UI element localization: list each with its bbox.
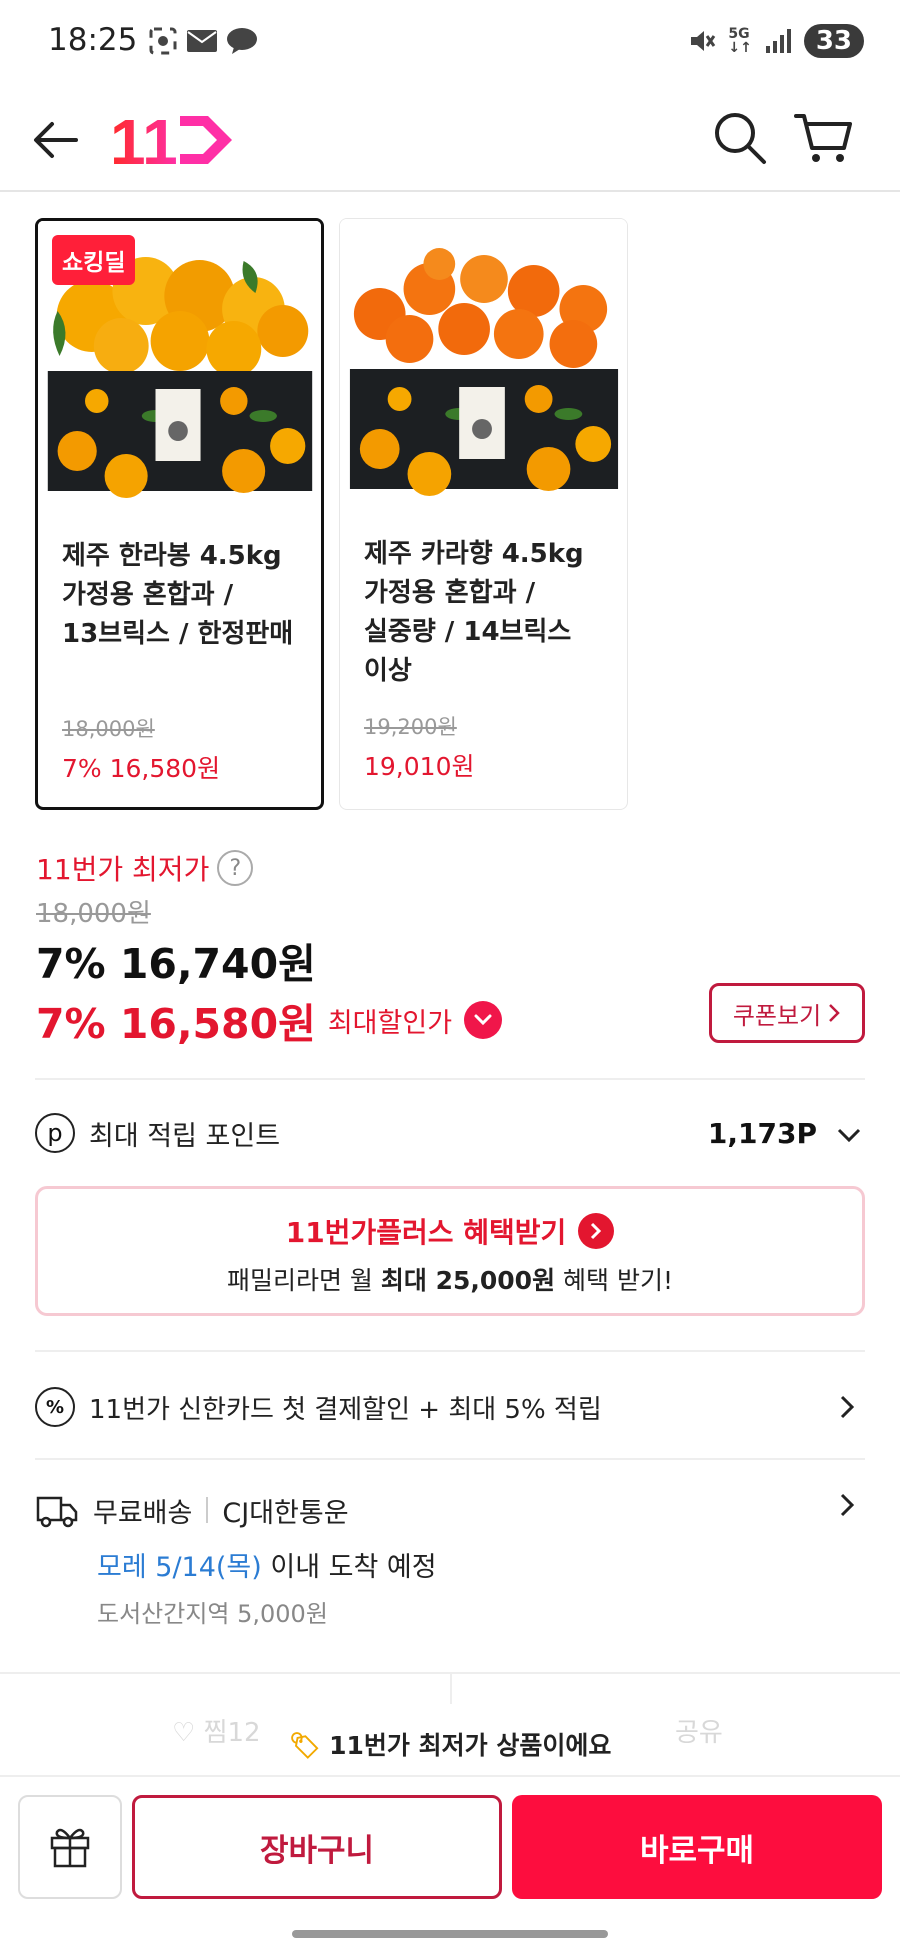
- system-nav-bar: [0, 1906, 900, 1950]
- plus-banner-title: 11번가플러스 혜택받기: [38, 1211, 862, 1251]
- product-title: 제주 카라향 4.5kg 가정용 혼합과 / 실중량 / 14브릭스 이상: [364, 539, 584, 686]
- lowest-price-label: 11번가 최저가 ?: [36, 848, 254, 888]
- delivery-eta-rest: 이내 도착 예정: [261, 1552, 437, 1583]
- product-card[interactable]: 제주 카라향 4.5kg 가정용 혼합과 / 실중량 / 14브릭스 이상 19…: [339, 218, 628, 810]
- chevron-down-icon: [837, 1128, 861, 1143]
- delivery-eta: 모레 5/14(목) 이내 도착 예정: [97, 1545, 437, 1584]
- points-label: 최대 적립 포인트: [89, 1120, 281, 1152]
- cart-icon[interactable]: [790, 104, 856, 170]
- card-promotion-text: 11번가 신한카드 첫 결제할인 + 최대 5% 적립: [89, 1394, 602, 1425]
- logo-11st[interactable]: 11: [110, 102, 236, 178]
- chevron-down-icon[interactable]: [464, 1001, 503, 1039]
- points-row[interactable]: p 최대 적립 포인트 1,173P: [35, 1108, 865, 1158]
- add-to-cart-button[interactable]: 장바구니: [132, 1795, 502, 1899]
- chevron-right-icon: [840, 1395, 855, 1419]
- logo-text: 11: [110, 110, 178, 170]
- chevron-right-icon: [578, 1213, 615, 1249]
- delivery-summary: 무료배송 CJ대한통운: [35, 1490, 349, 1530]
- product-original-price: 19,200원: [364, 715, 457, 739]
- plus-membership-banner[interactable]: 11번가플러스 혜택받기 패밀리라면 월 최대 25,000원 혜택 받기!: [35, 1186, 865, 1316]
- product-sale-price: 7% 16,580원: [62, 754, 221, 783]
- product-title: 제주 한라봉 4.5kg 가정용 혼합과 / 13브릭스 / 한정판매: [62, 541, 294, 649]
- chevron-right-icon: [840, 1493, 855, 1517]
- toast-text: 11번가 최저가 상품이에요: [329, 1731, 612, 1760]
- mute-icon: [691, 31, 716, 51]
- help-icon[interactable]: ?: [217, 850, 254, 886]
- chevron-right-icon: [829, 1004, 840, 1022]
- network-indicator: 5G ↓↑: [728, 26, 752, 56]
- signal-icon: [765, 29, 791, 53]
- percent-icon: %: [35, 1387, 75, 1427]
- app-header: 11: [0, 88, 900, 192]
- home-gesture-bar[interactable]: [292, 1930, 608, 1938]
- divider: [35, 1078, 865, 1080]
- coupon-button[interactable]: 쿠폰보기: [709, 983, 865, 1043]
- screenshot-icon: [149, 27, 177, 55]
- divider: [450, 1674, 452, 1704]
- status-time: 18:25: [48, 22, 138, 58]
- divider: [35, 1458, 865, 1460]
- max-discount-price: 7% 16,580원: [36, 1000, 316, 1048]
- lowest-price-toast: 🏷 11번가 최저가 상품이에요: [0, 1726, 900, 1762]
- truck-icon: [36, 1496, 78, 1528]
- coupon-button-label: 쿠폰보기: [732, 1001, 822, 1030]
- purchase-action-bar: 장바구니 바로구매: [0, 1775, 900, 1899]
- battery-indicator: 33: [803, 24, 864, 58]
- gift-button[interactable]: [18, 1795, 122, 1899]
- delivery-extra-fee: 도서산간지역 5,000원: [97, 1600, 328, 1628]
- tag-icon: 🏷: [288, 1731, 321, 1760]
- chat-icon: [227, 28, 257, 54]
- plus-banner-subtitle: 패밀리라면 월 최대 25,000원 혜택 받기!: [226, 1266, 673, 1295]
- system-icons: 5G ↓↑ 33: [688, 24, 864, 58]
- logo-mark-icon: 11: [110, 110, 232, 170]
- separator: [206, 1497, 209, 1523]
- shocking-deal-badge: 쇼킹딜: [52, 235, 136, 285]
- discount-price: 7% 16,740원: [36, 940, 316, 988]
- related-products: 쇼킹딜 제주 한라봉 4.5kg 가정용 혼합과 / 13브릭스 / 한정판매 …: [35, 218, 865, 810]
- divider: [35, 1350, 865, 1352]
- product-image-karahyang: [340, 219, 627, 509]
- points-icon: p: [35, 1113, 75, 1153]
- gift-icon: [50, 1828, 90, 1868]
- delivery-carrier: CJ대한통운: [222, 1497, 349, 1529]
- mail-icon: [187, 30, 217, 52]
- points-value: 1,173P: [707, 1116, 817, 1150]
- search-icon[interactable]: [708, 106, 772, 170]
- like-share-bar: ♡ 찜12 공유 🏷 11번가 최저가 상품이에요: [0, 1672, 900, 1776]
- lowest-price-text: 11번가 최저가: [36, 853, 210, 886]
- status-bar: 18:25 5G ↓↑ 33: [0, 0, 900, 88]
- max-discount-row: 7% 16,580원 최대할인가: [36, 990, 503, 1050]
- product-original-price: 18,000원: [62, 717, 155, 741]
- back-arrow-icon[interactable]: [28, 110, 88, 170]
- delivery-type: 무료배송: [93, 1497, 193, 1529]
- product-sale-price: 19,010원: [364, 752, 475, 781]
- max-discount-label: 최대할인가: [327, 1007, 453, 1039]
- delivery-info[interactable]: 무료배송 CJ대한통운 모레 5/14(목) 이내 도착 예정 도서산간지역 5…: [35, 1490, 865, 1640]
- card-promotion-row[interactable]: % 11번가 신한카드 첫 결제할인 + 최대 5% 적립: [35, 1382, 865, 1432]
- original-price: 18,000원: [36, 899, 151, 929]
- notification-icons: [148, 26, 258, 56]
- delivery-eta-date: 모레 5/14(목): [97, 1552, 262, 1583]
- buy-now-button[interactable]: 바로구매: [512, 1795, 882, 1899]
- product-card[interactable]: 쇼킹딜 제주 한라봉 4.5kg 가정용 혼합과 / 13브릭스 / 한정판매 …: [35, 218, 324, 810]
- plus-banner-title-text: 11번가플러스 혜택받기: [285, 1216, 567, 1249]
